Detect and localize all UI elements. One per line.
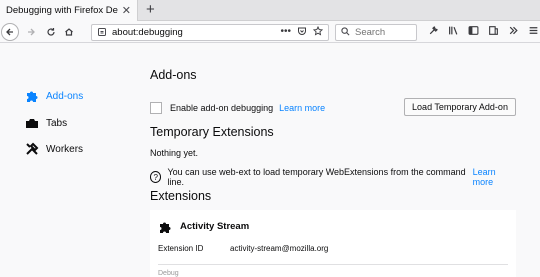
debug-button[interactable]: Debug: [158, 270, 179, 277]
home-icon: [65, 28, 73, 36]
info-row: ? You can use web-ext to load temporary …: [150, 167, 516, 187]
extension-name: Activity Stream: [180, 221, 250, 232]
tools-icon: [24, 142, 40, 156]
divider: [158, 264, 508, 265]
url-actions: •••: [280, 25, 324, 39]
tab-strip: Debugging with Firefox Deve ✕ +: [0, 0, 540, 21]
info-learn-more-link[interactable]: Learn more: [473, 167, 516, 187]
url-bar[interactable]: about:debugging •••: [91, 24, 329, 41]
home-button[interactable]: [60, 23, 78, 41]
url-text[interactable]: about:debugging: [112, 27, 280, 38]
learn-more-link[interactable]: Learn more: [279, 103, 325, 113]
bookmark-star-icon[interactable]: [312, 25, 324, 39]
page-info-icon[interactable]: [95, 27, 109, 39]
temporary-extensions-heading: Temporary Extensions: [150, 125, 274, 139]
enable-debugging-row: Enable add-on debugging Learn more: [150, 102, 325, 114]
sidebar: Add-ons Tabs Workers: [0, 44, 140, 277]
overflow-chevron-icon[interactable]: [508, 25, 519, 39]
enable-debugging-label: Enable add-on debugging: [170, 103, 274, 113]
extension-card: Activity Stream Extension ID activity-st…: [150, 210, 516, 277]
enable-debugging-checkbox[interactable]: [150, 102, 162, 114]
library-icon[interactable]: [448, 25, 459, 39]
wrench-icon[interactable]: [428, 25, 439, 39]
page-actions-icon[interactable]: •••: [280, 26, 291, 39]
pocket-icon[interactable]: [297, 26, 307, 39]
forward-arrow-icon: [28, 28, 35, 36]
extensions-heading: Extensions: [150, 189, 212, 203]
back-arrow-icon: [6, 28, 13, 36]
extension-id-label: Extension ID: [158, 244, 204, 253]
toolbar-icons: [428, 25, 539, 39]
reload-icon: [47, 28, 55, 36]
search-icon: [341, 27, 350, 38]
reader-view-icon[interactable]: [488, 25, 499, 39]
sidebar-item-label: Tabs: [46, 117, 68, 129]
page-title: Add-ons: [150, 68, 197, 82]
close-tab-icon[interactable]: ✕: [122, 4, 131, 17]
puzzle-icon: [158, 220, 172, 234]
tab-icon: [24, 116, 40, 130]
search-bar[interactable]: Search: [335, 24, 417, 41]
search-input[interactable]: Search: [355, 27, 385, 38]
navigation-bar: about:debugging ••• Search: [0, 21, 540, 43]
load-temporary-addon-button[interactable]: Load Temporary Add-on: [404, 98, 516, 116]
forward-button[interactable]: [22, 23, 40, 41]
puzzle-icon: [24, 89, 40, 103]
info-text: You can use web-ext to load temporary We…: [167, 167, 466, 187]
nothing-yet-text: Nothing yet.: [150, 148, 199, 158]
tab-debugging[interactable]: Debugging with Firefox Deve ✕: [0, 0, 138, 21]
extension-id-value: activity-stream@mozilla.org: [230, 244, 329, 253]
new-tab-button[interactable]: +: [146, 1, 155, 18]
sidebar-toggle-icon[interactable]: [468, 25, 479, 39]
sidebar-item-workers[interactable]: Workers: [24, 142, 83, 156]
sidebar-item-label: Add-ons: [46, 90, 84, 102]
reload-button[interactable]: [42, 23, 60, 41]
sidebar-item-tabs[interactable]: Tabs: [24, 116, 67, 130]
back-button[interactable]: [1, 23, 19, 41]
sidebar-item-addons[interactable]: Add-ons: [24, 89, 83, 103]
menu-icon[interactable]: [528, 25, 539, 39]
tab-title: Debugging with Firefox Deve: [6, 5, 118, 16]
question-icon: ?: [150, 171, 162, 183]
sidebar-item-label: Workers: [46, 143, 84, 155]
